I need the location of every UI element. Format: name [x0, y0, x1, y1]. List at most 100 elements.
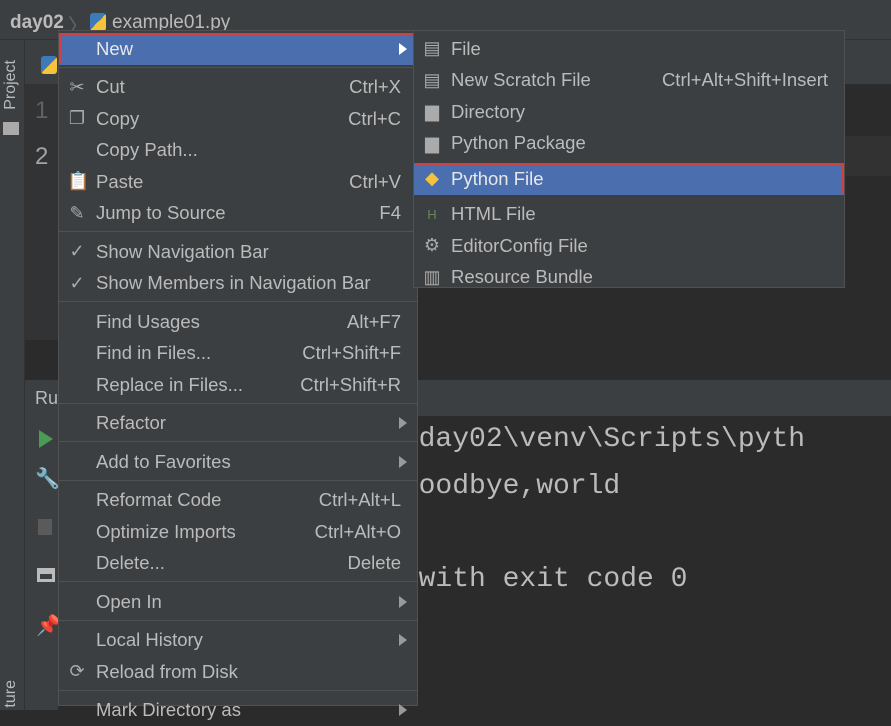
line-number: 1: [35, 97, 48, 125]
shortcut-label: Ctrl+Shift+F: [302, 342, 401, 364]
gear-icon: ⚙: [422, 235, 442, 256]
menu-item-open-in[interactable]: Open In: [59, 586, 417, 618]
run-panel-title: Ru: [35, 388, 58, 409]
shortcut-label: F4: [379, 202, 401, 224]
menu-item-html-file[interactable]: H HTML File: [414, 199, 844, 231]
menu-item-label: Local History: [96, 629, 203, 651]
menu-item-show-members-in-navigation-bar[interactable]: ✓ Show Members in Navigation Bar: [59, 268, 417, 300]
menu-item-label: Replace in Files...: [96, 374, 243, 396]
scratch-file-icon: ▤: [422, 70, 442, 91]
menu-item-label: New: [96, 38, 133, 60]
menu-item-resource-bundle[interactable]: ▥ Resource Bundle: [414, 262, 844, 294]
submenu-arrow-icon: [399, 456, 407, 468]
menu-item-label: Find Usages: [96, 311, 200, 333]
shortcut-label: Alt+F7: [347, 311, 401, 333]
menu-item-file[interactable]: ▤ File: [414, 33, 844, 65]
menu-item-label: Copy Path...: [96, 139, 198, 161]
menu-item-add-to-favorites[interactable]: Add to Favorites: [59, 446, 417, 478]
menu-item-find-usages[interactable]: Find Usages Alt+F7: [59, 306, 417, 338]
project-tool-button[interactable]: Project: [2, 60, 20, 110]
menu-item-label: Reformat Code: [96, 489, 221, 511]
menu-item-jump-to-source[interactable]: ✎Jump to SourceF4: [59, 198, 417, 230]
shortcut-label: Delete: [348, 552, 401, 574]
console-line: d with exit code 0: [385, 564, 687, 595]
python-file-icon: [41, 56, 57, 74]
menu-item-replace-in-files[interactable]: Replace in Files... Ctrl+Shift+R: [59, 369, 417, 401]
menu-item-optimize-imports[interactable]: Optimize Imports Ctrl+Alt+O: [59, 516, 417, 548]
menu-item-label: Cut: [96, 76, 125, 98]
menu-item-find-in-files[interactable]: Find in Files... Ctrl+Shift+F: [59, 338, 417, 370]
menu-item-label: Open In: [96, 591, 162, 613]
menu-item-mark-directory-as[interactable]: Mark Directory as: [59, 695, 417, 726]
stop-icon[interactable]: [38, 519, 52, 535]
menu-item-cut[interactable]: ✂ Cut Ctrl+X: [59, 72, 417, 104]
line-number: 2: [35, 143, 48, 171]
folder-icon: ▆: [422, 101, 442, 122]
menu-item-label: Find in Files...: [96, 342, 211, 364]
menu-item-new-scratch-file[interactable]: ▤ New Scratch File Ctrl+Alt+Shift+Insert: [414, 65, 844, 97]
menu-item-copy[interactable]: ❐CopyCtrl+C: [59, 103, 417, 135]
menu-item-python-file[interactable]: ◆ Python File: [414, 163, 844, 195]
run-icon[interactable]: [39, 430, 53, 448]
file-icon: ▤: [422, 38, 442, 59]
menu-item-label: Add to Favorites: [96, 451, 231, 473]
package-icon: ▆: [422, 133, 442, 154]
menu-item-label: Directory: [451, 101, 525, 123]
new-submenu: ▤ File ▤ New Scratch File Ctrl+Alt+Shift+Ins…: [413, 30, 845, 288]
menu-item-label: Paste: [96, 171, 143, 193]
menu-item-show-navigation-bar[interactable]: ✓ Show Navigation Bar: [59, 236, 417, 268]
menu-item-editorconfig-file[interactable]: ⚙ EditorConfig File: [414, 230, 844, 262]
shortcut-label: Ctrl+Alt+Shift+Insert: [662, 69, 828, 91]
layout-icon[interactable]: [37, 568, 55, 582]
menu-item-label: Resource Bundle: [451, 266, 593, 288]
folder-icon: [3, 122, 19, 135]
menu-item-new[interactable]: New: [59, 33, 417, 65]
shortcut-label: Ctrl+Alt+L: [319, 489, 401, 511]
resource-bundle-icon: ▥: [422, 267, 442, 288]
menu-item-label: HTML File: [451, 203, 536, 225]
menu-item-label: Show Members in Navigation Bar: [96, 272, 371, 294]
console-line: goodbye,world: [385, 471, 620, 502]
run-toolbar: 🔧 📌: [25, 416, 58, 710]
html-file-icon: H: [422, 207, 442, 222]
shortcut-label: Ctrl+C: [348, 108, 401, 130]
menu-item-label: Delete...: [96, 552, 165, 574]
structure-tool-button[interactable]: ture: [2, 680, 20, 708]
menu-item-delete[interactable]: Delete... Delete: [59, 548, 417, 580]
menu-item-directory[interactable]: ▆ Directory: [414, 96, 844, 128]
shortcut-label: Ctrl+Alt+O: [315, 521, 401, 543]
menu-item-label: Mark Directory as: [96, 699, 241, 721]
check-icon: ✓: [67, 241, 87, 262]
breadcrumb-project[interactable]: day02: [10, 12, 64, 34]
menu-item-label: Optimize Imports: [96, 521, 236, 543]
menu-item-label: Refactor: [96, 412, 166, 434]
menu-item-copy-path[interactable]: Copy Path...: [59, 135, 417, 167]
python-file-icon: [90, 13, 106, 31]
menu-item-label: File: [451, 38, 481, 60]
menu-item-label: Python Package: [451, 132, 586, 154]
check-icon: ✓: [67, 273, 87, 294]
menu-item-local-history[interactable]: Local History: [59, 625, 417, 657]
python-file-icon: ◆: [422, 168, 442, 189]
menu-item-reload-from-disk[interactable]: ⟳Reload from Disk: [59, 656, 417, 688]
menu-item-label: Python File: [451, 168, 544, 190]
pencil-icon: ✎: [67, 203, 87, 224]
menu-item-label: Show Navigation Bar: [96, 241, 269, 263]
menu-item-label: New Scratch File: [451, 69, 591, 91]
left-tool-strip: Project ture: [0, 40, 25, 710]
menu-item-paste[interactable]: 📋PasteCtrl+V: [59, 166, 417, 198]
submenu-arrow-icon: [399, 43, 407, 55]
scissors-icon: ✂: [67, 77, 87, 98]
context-menu: New✂CutCtrl+X❐CopyCtrl+CCopy Path...📋Pas…: [58, 30, 418, 706]
menu-item-python-package[interactable]: ▆ Python Package: [414, 128, 844, 160]
menu-item-label: Reload from Disk: [96, 661, 238, 683]
menu-item-label: EditorConfig File: [451, 235, 588, 257]
submenu-arrow-icon: [399, 596, 407, 608]
menu-item-reformat-code[interactable]: Reformat Code Ctrl+Alt+L: [59, 485, 417, 517]
wrench-icon[interactable]: 🔧: [35, 466, 60, 491]
submenu-arrow-icon: [399, 634, 407, 646]
shortcut-label: Ctrl+X: [349, 76, 401, 98]
menu-item-refactor[interactable]: Refactor: [59, 408, 417, 440]
menu-item-label: Copy: [96, 108, 139, 130]
shortcut-label: Ctrl+Shift+R: [300, 374, 401, 396]
